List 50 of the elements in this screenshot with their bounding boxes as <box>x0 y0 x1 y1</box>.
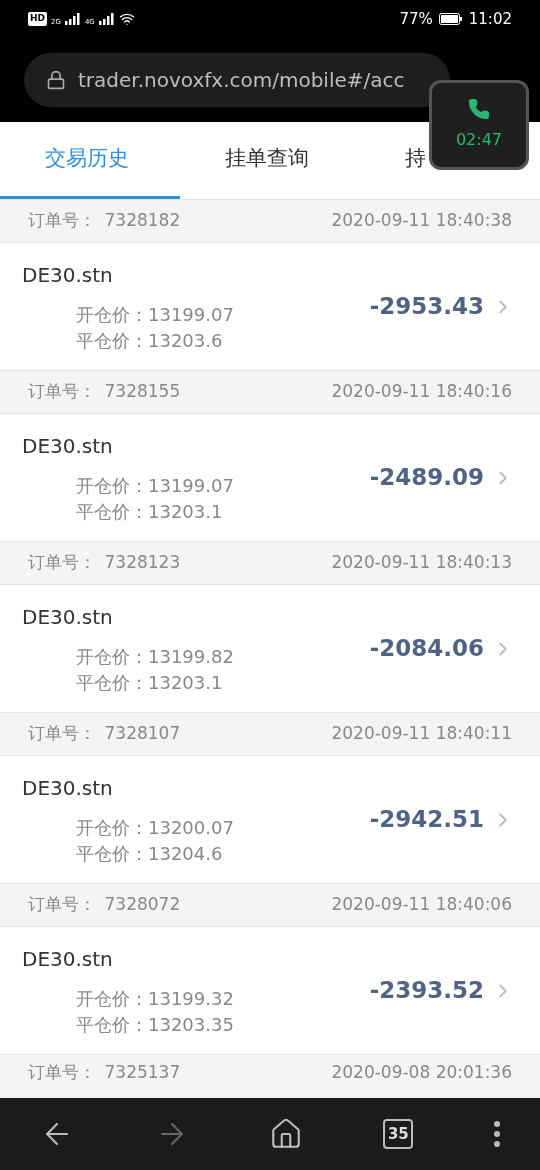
symbol: DE30.stn <box>22 774 114 802</box>
profit-value: -2393.52 <box>369 976 484 1006</box>
phone-icon <box>468 98 490 120</box>
order-number: 订单号： 7328072 <box>28 893 181 917</box>
order-number: 订单号： 7328123 <box>28 551 181 575</box>
url-text: trader.novoxfx.com/mobile#/acc <box>78 67 405 94</box>
lock-icon <box>46 70 66 90</box>
profit-value: -2489.09 <box>369 463 484 493</box>
signal-icon <box>64 13 81 25</box>
close-price: 平仓价：13204.6 <box>75 841 224 866</box>
profit-value: -2084.06 <box>369 634 484 664</box>
open-price: 开仓价：13199.07 <box>75 302 235 327</box>
order-time: 2020-09-11 18:40:38 <box>331 209 512 233</box>
more-icon <box>493 1121 500 1147</box>
order-number: 订单号： 7325137 <box>28 1060 181 1084</box>
order-time: 2020-09-08 20:01:36 <box>331 1060 512 1084</box>
order-time: 2020-09-11 18:40:13 <box>331 551 512 575</box>
call-timer: 02:47 <box>455 129 503 151</box>
menu-button[interactable] <box>493 1121 500 1147</box>
open-price: 开仓价：13200.07 <box>75 815 235 840</box>
tab[interactable]: 挂单查询 <box>180 122 360 199</box>
symbol: DE30.stn <box>22 603 114 631</box>
order-time: 2020-09-11 18:40:16 <box>331 380 512 404</box>
close-price: 平仓价：13203.6 <box>75 328 224 353</box>
open-price: 开仓价：13199.82 <box>75 644 235 669</box>
open-price: 开仓价：13199.32 <box>75 986 235 1011</box>
hd-indicator: HD <box>28 12 47 26</box>
order-time: 2020-09-11 18:40:06 <box>331 893 512 917</box>
address-bar[interactable]: trader.novoxfx.com/mobile#/acc <box>24 53 450 107</box>
wifi-icon <box>118 11 135 27</box>
order-number: 订单号： 7328182 <box>28 209 181 233</box>
profit-value: -2953.43 <box>369 292 484 322</box>
symbol: DE30.stn <box>22 261 114 289</box>
tabs-button[interactable]: 35 <box>383 1119 414 1149</box>
call-bubble[interactable]: 02:47 <box>429 80 529 170</box>
order-number: 订单号： 7328155 <box>28 380 181 404</box>
close-price: 平仓价：13203.35 <box>75 1012 235 1037</box>
battery-percent: 77% <box>399 8 433 30</box>
symbol: DE30.stn <box>22 432 114 460</box>
signal-icon <box>98 13 115 25</box>
tab[interactable]: 持 <box>360 122 428 199</box>
close-price: 平仓价：13203.1 <box>75 670 224 695</box>
clock: 11:02 <box>468 8 512 30</box>
order-number: 订单号： 7328107 <box>28 722 181 746</box>
symbol: DE30.stn <box>22 945 114 973</box>
close-price: 平仓价：13203.1 <box>75 499 224 524</box>
battery-icon <box>438 13 463 25</box>
open-price: 开仓价：13199.07 <box>75 473 235 498</box>
profit-value: -2942.51 <box>369 805 484 835</box>
order-time: 2020-09-11 18:40:11 <box>331 722 512 746</box>
